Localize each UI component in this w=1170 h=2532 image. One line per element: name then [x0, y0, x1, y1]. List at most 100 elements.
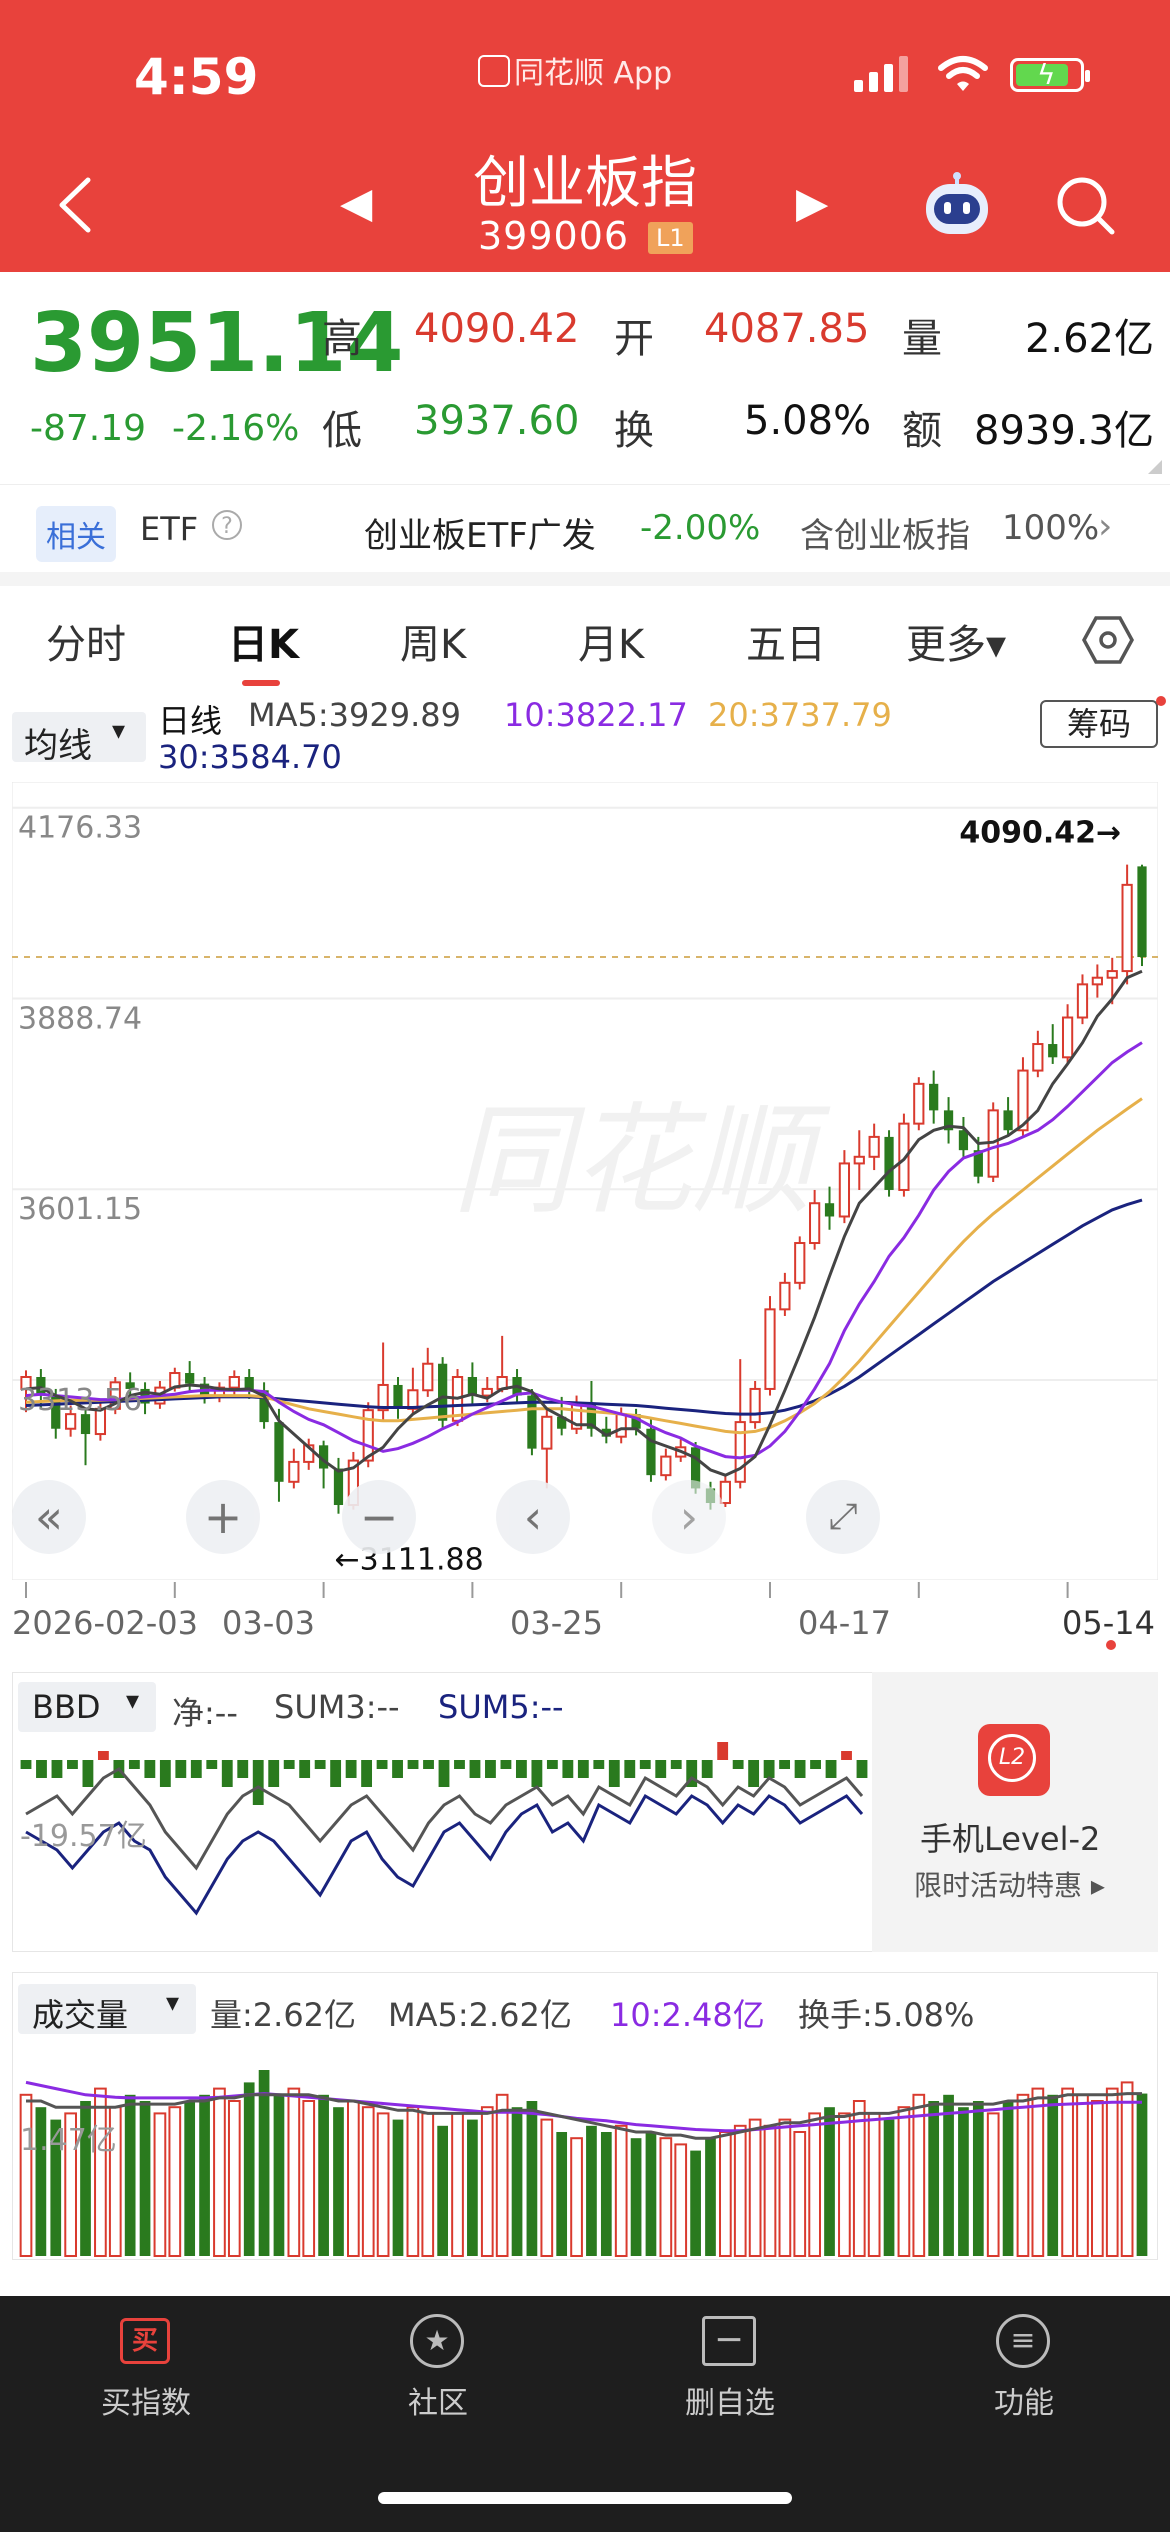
indicator-select-ma[interactable]: 均线 ▾: [12, 712, 146, 766]
bbd-select-label: BBD: [32, 1688, 101, 1726]
tab-monthly-k[interactable]: 月K: [578, 612, 644, 670]
wifi-icon: [938, 56, 988, 91]
candle: [1003, 1110, 1013, 1131]
tab-more[interactable]: 更多▾: [906, 612, 1006, 670]
candle: [615, 1413, 627, 1438]
buy-index-icon[interactable]: 买: [116, 2312, 176, 2372]
indicator-select-volume[interactable]: 成交量 ▾: [18, 1984, 196, 2034]
ma-select-label: 均线: [24, 726, 92, 766]
functions-icon[interactable]: ≡: [994, 2312, 1054, 2372]
bbd-bar: [97, 1751, 109, 1760]
bbd-bar: [779, 1760, 791, 1769]
kline-chart[interactable]: 同花顺 4176.33 3888.74 3601.15 3313.56 4090.42…: [12, 782, 1158, 1580]
candle: [868, 1135, 880, 1158]
fullscreen-button[interactable]: ⤢: [806, 1480, 880, 1554]
indicator-select-bbd[interactable]: BBD ▾: [18, 1682, 156, 1732]
nav-community[interactable]: 社区: [338, 2378, 538, 2422]
nav-functions[interactable]: 功能: [924, 2378, 1124, 2422]
chip-distribution-button[interactable]: 筹码: [1040, 700, 1158, 748]
app-logo-icon: [478, 55, 510, 87]
chevron-right-icon[interactable]: ›: [1098, 506, 1112, 547]
settings-icon[interactable]: [1082, 614, 1134, 666]
volume-bar: [1136, 2093, 1148, 2256]
related-tag: 相关: [36, 506, 116, 562]
level2-logo-text: L2: [988, 1734, 1036, 1782]
next-stock-button[interactable]: ▶: [796, 178, 828, 227]
bbd-bar: [841, 1751, 852, 1760]
watermark: 同花顺: [452, 1092, 831, 1231]
candle: [646, 1428, 656, 1476]
volume-bar: [690, 2150, 701, 2256]
volume-bar: [733, 2124, 747, 2257]
label-amount: 额: [902, 408, 942, 454]
volume-bar: [763, 2124, 777, 2257]
volume-bar: [526, 2101, 538, 2256]
scroll-left-button[interactable]: ‹: [496, 1480, 570, 1554]
nav-remove-watchlist[interactable]: 删自选: [630, 2378, 830, 2422]
bbd-bar: [500, 1760, 512, 1769]
community-icon-glyph: ★: [410, 2314, 464, 2368]
notification-dot: [1156, 696, 1166, 706]
candle: [824, 1203, 835, 1217]
divider: [0, 572, 1170, 586]
rewind-button[interactable]: «: [12, 1480, 86, 1554]
volume-bar: [1031, 2087, 1045, 2257]
bbd-bar: [159, 1760, 171, 1787]
tab-weekly-k[interactable]: 周K: [400, 612, 466, 670]
tab-intraday[interactable]: 分时: [46, 612, 126, 670]
level2-promo-card[interactable]: [872, 1672, 1158, 1952]
volume-bar: [480, 2106, 494, 2257]
candle: [779, 1281, 791, 1311]
volume-bar: [184, 2101, 196, 2256]
high-marker: 4090.42→: [959, 816, 1121, 851]
search-icon[interactable]: [1054, 174, 1118, 238]
volume-bar: [897, 2106, 911, 2257]
ma10-value: 10:3822.17: [504, 696, 688, 734]
volume-bar: [437, 2125, 448, 2256]
community-icon[interactable]: ★: [408, 2312, 468, 2372]
bbd-bar: [361, 1760, 373, 1787]
volume-bar: [972, 2101, 984, 2256]
volume-ma5: MA5:2.62亿: [388, 1996, 572, 2034]
robot-assistant-icon[interactable]: [920, 172, 994, 238]
nav-buy-index[interactable]: 买指数: [46, 2378, 246, 2422]
volume-bar: [852, 2100, 866, 2257]
volume-axis-label: 1.47亿: [20, 2123, 117, 2158]
ma30-value: 30:3584.70: [158, 738, 342, 776]
functions-icon-glyph: ≡: [996, 2314, 1050, 2368]
volume-ma10: 10:2.48亿: [610, 1996, 765, 2034]
bbd-bar: [717, 1742, 729, 1760]
level2-logo-icon: L2: [978, 1724, 1050, 1796]
volume-bar: [392, 2119, 404, 2256]
stock-code: 399006: [478, 214, 630, 258]
date-label-end: 05-14: [1062, 1604, 1155, 1642]
tab-daily-k[interactable]: 日K: [228, 612, 299, 670]
volume-bar: [467, 2119, 478, 2256]
bbd-bar: [407, 1760, 419, 1769]
scroll-right-button[interactable]: ›: [652, 1480, 726, 1554]
candle: [913, 1082, 925, 1125]
home-indicator[interactable]: [378, 2492, 792, 2504]
volume-select-label: 成交量: [32, 1996, 129, 2034]
candle: [660, 1455, 672, 1477]
zoom-out-button[interactable]: −: [342, 1480, 416, 1554]
value-turnover: 5.08%: [744, 398, 872, 444]
battery-icon: ϟ: [1010, 58, 1090, 92]
candle: [853, 1155, 865, 1165]
remove-watchlist-icon[interactable]: −: [700, 2312, 760, 2372]
help-icon[interactable]: ?: [212, 510, 242, 540]
volume-bar: [421, 2112, 435, 2258]
candle: [1076, 983, 1089, 1019]
date-ticks: [25, 1582, 1069, 1598]
expand-corner-icon[interactable]: [1148, 460, 1162, 474]
volume-bar: [124, 2094, 136, 2256]
bbd-bar: [763, 1760, 775, 1778]
tab-five-day[interactable]: 五日: [746, 612, 826, 670]
ma5-value: MA5:3929.89: [248, 696, 461, 734]
level-badge: L1: [648, 222, 693, 254]
volume-bar: [302, 2100, 316, 2257]
bbd-bar: [283, 1760, 295, 1769]
bbd-bar: [438, 1760, 450, 1787]
zoom-in-button[interactable]: +: [186, 1480, 260, 1554]
bbd-bar: [82, 1760, 94, 1787]
